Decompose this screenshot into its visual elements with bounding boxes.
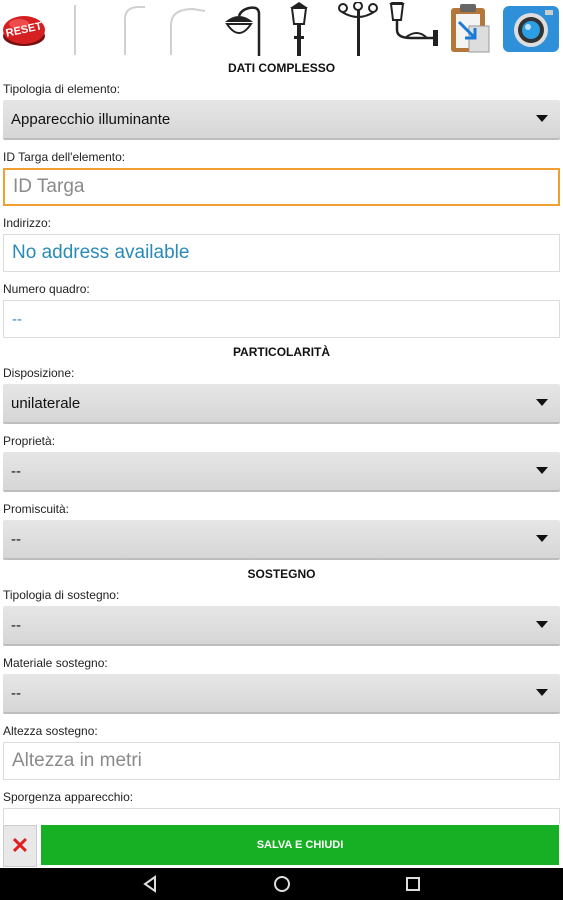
lantern-pole-button[interactable] (284, 2, 314, 56)
recents-icon (406, 877, 420, 891)
proprieta-select[interactable]: -- (3, 452, 560, 492)
tipologia-sostegno-value: -- (11, 616, 21, 634)
back-icon (143, 875, 156, 893)
camera-button[interactable] (500, 2, 562, 56)
home-icon (274, 876, 290, 892)
home-button[interactable] (272, 874, 292, 894)
section-title-particolarita: PARTICOLARITÀ (232, 345, 331, 359)
id-targa-label: ID Targa dell'elemento: (3, 150, 126, 164)
clipboard-icon (451, 4, 490, 53)
indirizzo-label: Indirizzo: (3, 216, 52, 230)
dropdown-arrow-icon (536, 467, 548, 474)
altezza-sostegno-input[interactable] (4, 749, 554, 773)
lamp-double-button[interactable] (218, 2, 272, 56)
lantern-triple-icon (338, 2, 378, 56)
dropdown-arrow-icon (536, 399, 548, 406)
wall-lantern-button[interactable] (386, 2, 440, 56)
pole-arc-icon (170, 7, 206, 55)
cancel-button[interactable]: ✕ (3, 825, 37, 867)
recents-button[interactable] (403, 874, 423, 894)
pole-straight-icon (74, 5, 76, 55)
lantern-triple-button[interactable] (336, 2, 380, 56)
system-navigation-bar (0, 868, 563, 900)
pole-straight-button[interactable] (60, 2, 90, 56)
tipologia-label: Tipologia di elemento: (3, 82, 120, 96)
disposizione-value: unilaterale (11, 394, 81, 412)
indirizzo-value: No address available (12, 242, 190, 263)
tipologia-sostegno-label: Tipologia di sostegno: (3, 588, 120, 602)
pole-curved-icon (124, 6, 145, 55)
dropdown-arrow-icon (536, 621, 548, 628)
dropdown-arrow-icon (536, 535, 548, 542)
numero-quadro-value: -- (12, 310, 22, 328)
dropdown-arrow-icon (536, 115, 548, 122)
save-label: SALVA E CHIUDI (256, 839, 344, 851)
pole-arc-button[interactable] (162, 2, 210, 56)
materiale-sostegno-select[interactable]: -- (3, 674, 560, 714)
promiscuita-select[interactable]: -- (3, 520, 560, 560)
promiscuita-value: -- (11, 530, 21, 548)
materiale-sostegno-label: Materiale sostegno: (3, 656, 108, 670)
numero-quadro-label: Numero quadro: (3, 282, 90, 296)
materiale-sostegno-value: -- (11, 684, 21, 702)
promiscuita-label: Promiscuità: (3, 502, 70, 516)
camera-icon (503, 6, 559, 52)
pole-curved-button[interactable] (112, 2, 152, 56)
lamp-double-icon (225, 6, 261, 56)
back-button[interactable] (140, 874, 160, 894)
reset-icon: RESET (3, 16, 45, 46)
lantern-pole-icon (290, 2, 308, 56)
dropdown-arrow-icon (536, 689, 548, 696)
numero-quadro-field[interactable]: -- (3, 300, 560, 338)
tipologia-sostegno-select[interactable]: -- (3, 606, 560, 646)
id-targa-field[interactable] (3, 168, 560, 206)
disposizione-label: Disposizione: (3, 366, 75, 380)
section-title-sostegno: SOSTEGNO (247, 567, 316, 581)
reset-button[interactable]: RESET (0, 2, 48, 56)
wall-lantern-icon (389, 2, 438, 46)
close-icon: ✕ (10, 833, 30, 858)
id-targa-input[interactable] (5, 175, 555, 199)
action-bar: ✕ SALVA E CHIUDI (0, 824, 563, 868)
sporgenza-field[interactable] (3, 808, 560, 824)
proprieta-label: Proprietà: (3, 434, 56, 448)
form-scroll-area[interactable]: DATI COMPLESSO Tipologia di elemento: Ap… (0, 58, 563, 824)
section-title-dati-complesso: DATI COMPLESSO (227, 61, 336, 75)
altezza-sostegno-field[interactable] (3, 742, 560, 780)
disposizione-select[interactable]: unilaterale (3, 384, 560, 424)
sporgenza-label: Sporgenza apparecchio: (3, 790, 134, 804)
proprieta-value: -- (11, 462, 21, 480)
tipologia-select[interactable]: Apparecchio illuminante (3, 100, 560, 140)
tipologia-value: Apparecchio illuminante (11, 110, 171, 128)
clipboard-button[interactable] (446, 2, 494, 56)
altezza-sostegno-label: Altezza sostegno: (3, 724, 98, 738)
save-and-close-button[interactable]: SALVA E CHIUDI (41, 825, 559, 865)
element-type-toolbar: RESET (0, 0, 563, 58)
indirizzo-field[interactable]: No address available (3, 234, 560, 272)
